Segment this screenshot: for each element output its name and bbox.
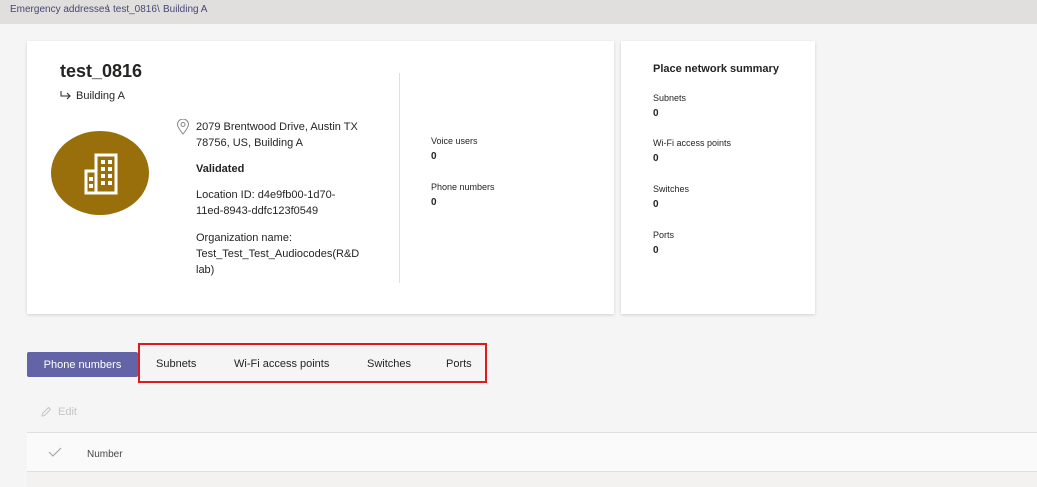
ports-label: Ports [653, 230, 675, 240]
ports-value: 0 [653, 245, 659, 256]
phone-numbers-label: Phone numbers [431, 182, 495, 192]
validation-status: Validated [196, 163, 245, 175]
location-id-line-2: 11ed-8943-ddfc123f0549 [196, 205, 319, 217]
column-header-number[interactable]: Number [87, 449, 123, 460]
wifi-value: 0 [653, 153, 659, 164]
tab-switches[interactable]: Switches [367, 358, 411, 370]
address-line-1: 2079 Brentwood Drive, Austin TX [196, 121, 358, 133]
return-arrow-icon [60, 91, 71, 100]
tab-ports[interactable]: Ports [446, 358, 472, 370]
tab-phone-numbers[interactable]: Phone numbers [27, 352, 138, 377]
tab-wifi-access-points[interactable]: Wi-Fi access points [234, 358, 329, 370]
building-avatar [51, 131, 149, 215]
edit-label: Edit [58, 406, 77, 418]
breadcrumb-building-a: Building A [163, 4, 208, 15]
place-name: Building A [76, 90, 125, 102]
location-pin-icon [176, 119, 190, 135]
place-subtitle: Building A [60, 90, 125, 102]
organization-label: Organization name: [196, 232, 292, 244]
breadcrumb-test-0816[interactable]: test_0816 [113, 4, 157, 15]
location-id-line-1: Location ID: d4e9fb00-1d70- [196, 189, 336, 201]
voice-users-value: 0 [431, 151, 437, 162]
breadcrumb-separator: \ [107, 4, 110, 15]
subnets-value: 0 [653, 108, 659, 119]
switches-label: Switches [653, 184, 690, 194]
subnets-label: Subnets [653, 93, 687, 103]
location-title: test_0816 [60, 61, 143, 81]
breadcrumb-separator: \ [157, 4, 160, 15]
organization-name-line-2: lab) [196, 264, 215, 276]
table-toolbar [27, 392, 1037, 433]
voice-users-label: Voice users [431, 136, 478, 146]
table-header [27, 433, 1037, 472]
building-icon [84, 153, 118, 195]
tab-subnets[interactable]: Subnets [156, 358, 196, 370]
network-summary-title: Place network summary [653, 63, 779, 75]
breadcrumb: Emergency addresses \ test_0816 \ Buildi… [0, 0, 1037, 24]
location-details-card: test_0816 Building A 2079 Brentwood Driv… [27, 41, 614, 314]
switches-value: 0 [653, 199, 659, 210]
checkmark-icon[interactable] [48, 446, 62, 458]
organization-name-line-1: Test_Test_Test_Audiocodes(R&D [196, 248, 360, 260]
wifi-label: Wi-Fi access points [653, 138, 732, 148]
breadcrumb-emergency-addresses[interactable]: Emergency addresses [10, 4, 110, 15]
vertical-divider [399, 73, 400, 283]
edit-button[interactable]: Edit [40, 406, 77, 418]
phone-numbers-value: 0 [431, 197, 437, 208]
table-row [27, 472, 1037, 487]
address-line-2: 78756, US, Building A [196, 137, 304, 149]
network-summary-card: Place network summary Subnets 0 Wi-Fi ac… [621, 41, 815, 314]
pencil-icon [41, 406, 52, 417]
